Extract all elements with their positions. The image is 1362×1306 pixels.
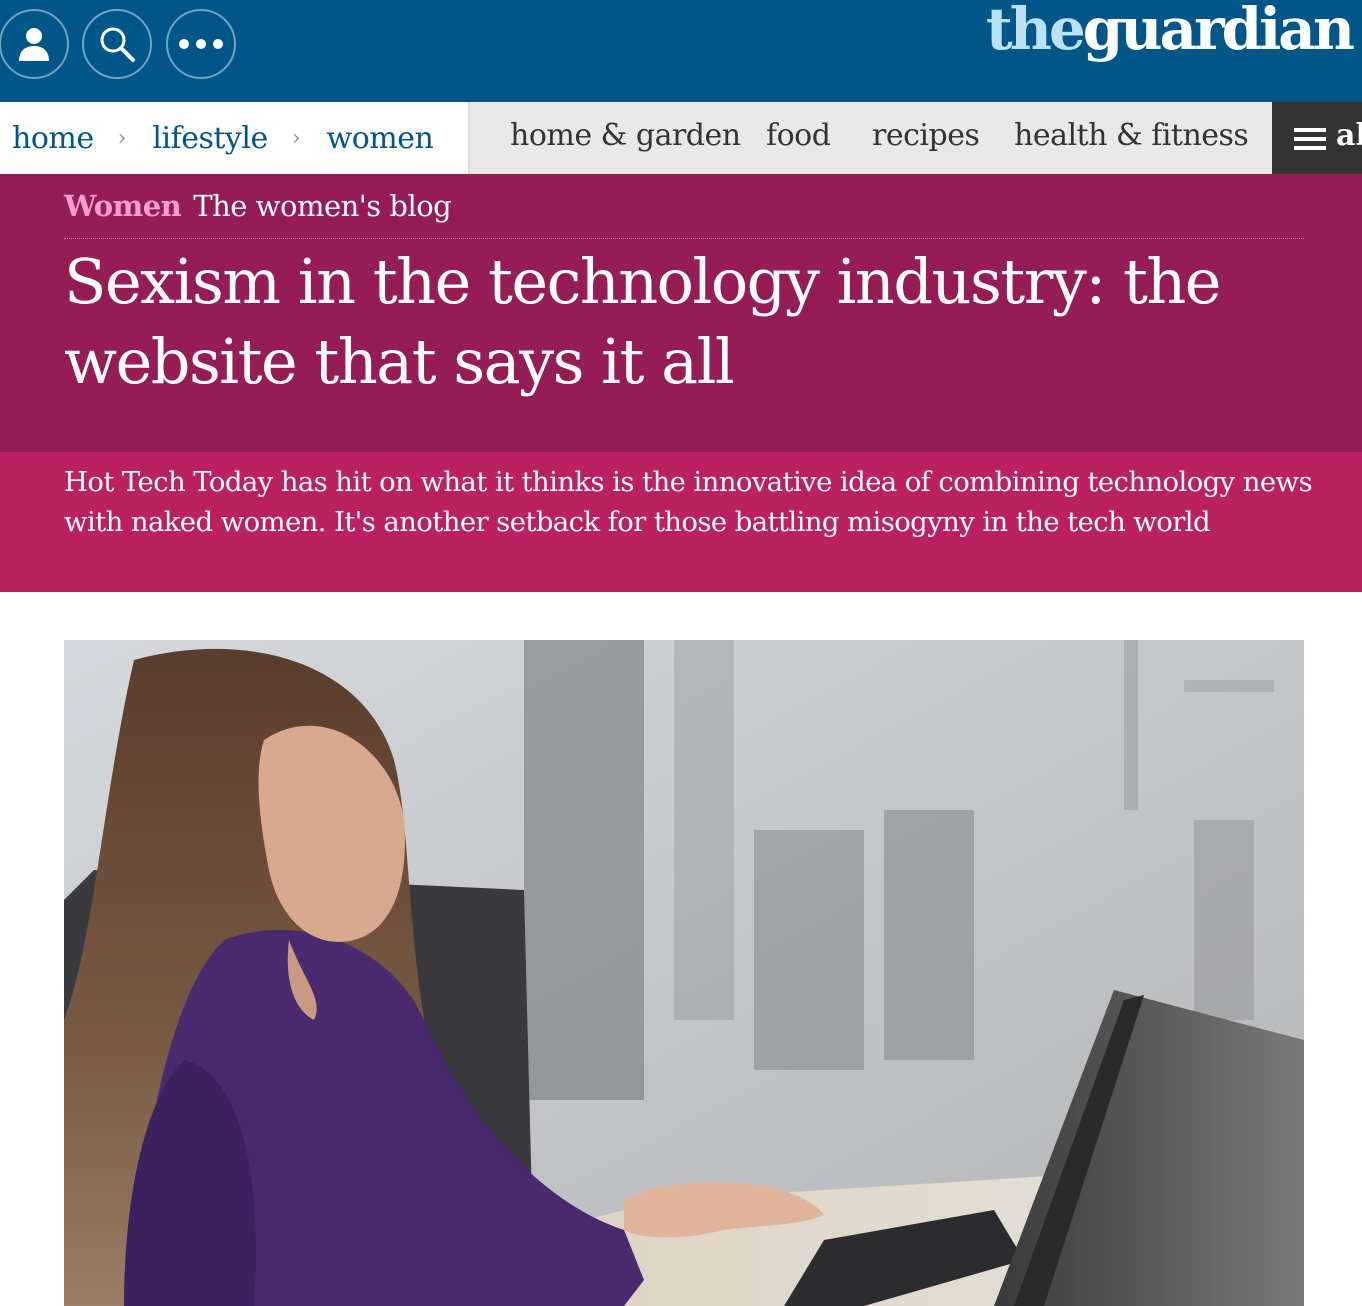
all-sections-button[interactable]: al [1272,102,1362,174]
breadcrumb-lifestyle[interactable]: lifestyle [152,121,268,156]
logo-the: the [985,0,1086,63]
account-icon [19,28,49,61]
breadcrumb-chevron-icon: › [291,125,301,151]
breadcrumb-women[interactable]: women [327,121,434,156]
article-main-image [64,640,1304,1306]
search-button[interactable] [82,9,152,79]
kicker-divider [64,238,1304,239]
main-photo [64,640,1304,1306]
more-button[interactable] [166,9,236,79]
section-label[interactable]: Women [64,189,182,223]
account-button[interactable] [0,9,69,79]
guardian-logo[interactable]: theguardian [985,0,1355,64]
standfirst-text: Hot Tech Today has hit on what it thinks… [64,466,1313,538]
series-label[interactable]: The women's blog [193,189,451,223]
more-dots-icon [179,39,223,49]
standfirst: Hot Tech Today has hit on what it thinks… [0,452,1362,592]
navigation-bar: home › lifestyle › women home & garden f… [0,102,1362,174]
logo-guardian: guardian [1082,0,1355,63]
masthead: theguardian [0,0,1362,102]
breadcrumb: home › lifestyle › women [0,102,468,174]
breadcrumb-home[interactable]: home [12,121,94,156]
sections-nav: home & garden food recipes health & fitn… [468,102,1274,174]
all-sections-label: al [1336,118,1362,153]
hamburger-icon [1294,128,1326,150]
article-headline: Sexism in the technology industry: the w… [64,245,1222,398]
nav-home-garden[interactable]: home & garden [510,118,741,153]
nav-recipes[interactable]: recipes [872,118,980,153]
nav-food[interactable]: food [766,118,831,153]
breadcrumb-chevron-icon: › [117,125,127,151]
article-kicker: Women The women's blog [64,184,452,232]
nav-health-fitness[interactable]: health & fitness [1014,118,1249,153]
article-header: Women The women's blog Sexism in the tech… [0,174,1362,452]
search-icon [100,27,135,62]
